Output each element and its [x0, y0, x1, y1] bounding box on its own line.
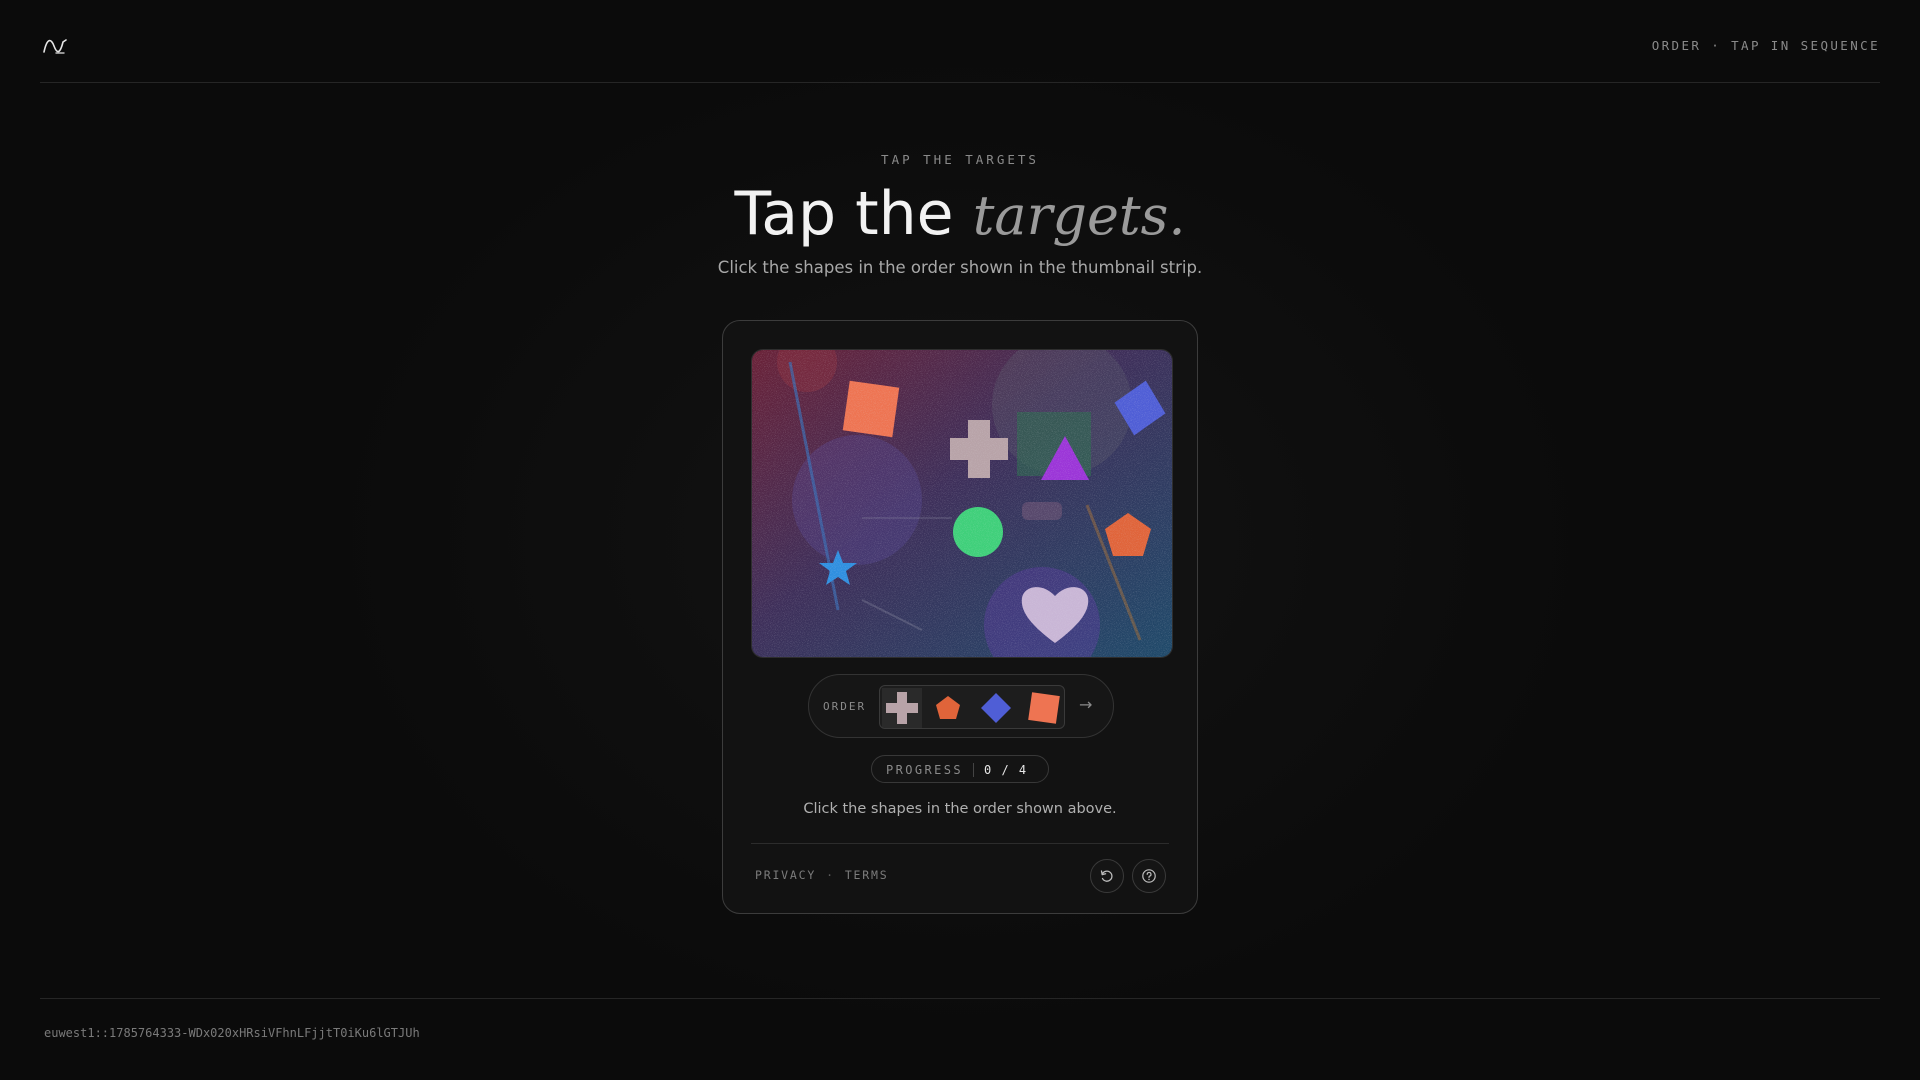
footer-divider: [751, 843, 1169, 844]
bottom-divider: [40, 998, 1880, 999]
title-plain: Tap the: [734, 179, 954, 249]
reload-icon: [1100, 870, 1113, 882]
order-thumbnails: [879, 685, 1065, 729]
progress-label: PROGRESS: [886, 763, 963, 777]
reload-button[interactable]: [1090, 859, 1124, 893]
eyebrow: TAP THE TARGETS: [881, 152, 1039, 167]
privacy-link[interactable]: PRIVACY: [755, 868, 816, 882]
footer-links: PRIVACY · TERMS: [755, 868, 889, 882]
order-thumb-pentagon: [936, 696, 960, 719]
page-title: Tap the targets.: [0, 176, 1920, 254]
order-label: ORDER: [823, 700, 867, 713]
top-bar: ORDER · TAP IN SEQUENCE: [40, 0, 1880, 83]
arrow-right-icon: →: [1079, 695, 1093, 714]
order-strip: ORDER →: [808, 674, 1114, 738]
title-emphasis: targets.: [972, 184, 1186, 247]
order-thumb-cross: [882, 688, 922, 728]
order-thumb-square: [1028, 692, 1060, 724]
challenge-canvas[interactable]: [751, 349, 1173, 658]
help-button[interactable]: [1132, 859, 1166, 893]
instruction-text: Click the shapes in the order shown abov…: [803, 801, 1117, 817]
logo-icon: [43, 39, 67, 54]
page-subtitle: Click the shapes in the order shown in t…: [717, 258, 1203, 277]
session-id: euwest1::1785764333-WDx020xHRsiVFhnLFjjt…: [44, 1026, 420, 1040]
terms-link[interactable]: TERMS: [845, 868, 889, 882]
help-icon: [1142, 869, 1156, 883]
mode-label: ORDER · TAP IN SEQUENCE: [1651, 38, 1880, 53]
progress-indicator: PROGRESS 0 / 4: [871, 755, 1049, 783]
progress-value: 0 / 4: [984, 763, 1028, 777]
order-thumb-diamond: [981, 693, 1011, 723]
progress-separator: [973, 763, 974, 777]
challenge-card: ORDER → PROGRESS 0 / 4 Click the shapes …: [722, 320, 1198, 914]
